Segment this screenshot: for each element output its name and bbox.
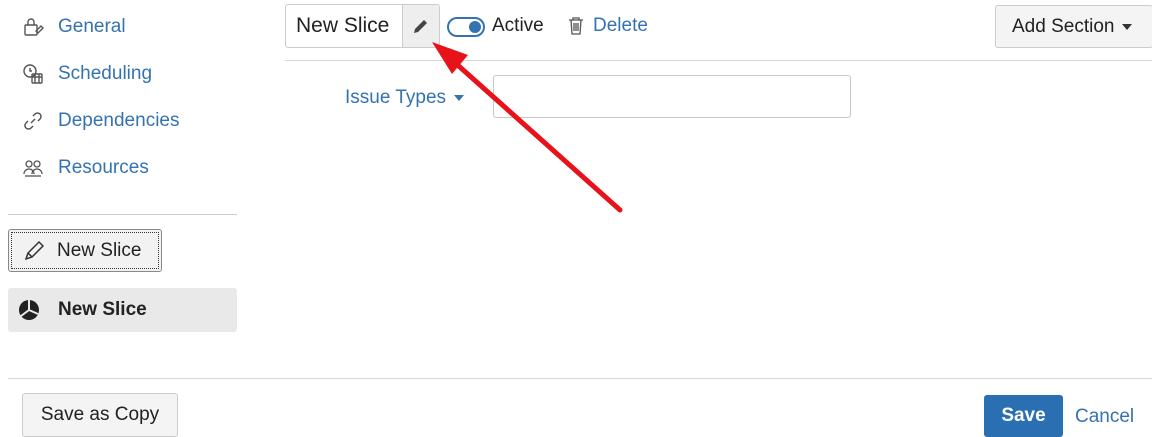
caret-down-icon (454, 95, 465, 101)
delete-label: Delete (593, 15, 648, 36)
sidebar-item-scheduling[interactable]: Scheduling (22, 63, 152, 85)
issue-types-label: Issue Types (345, 87, 447, 108)
save-as-copy-label: Save as Copy (40, 404, 160, 425)
add-section-dropdown[interactable]: Add Section (995, 5, 1152, 48)
people-icon (22, 157, 44, 179)
annotation-arrow (432, 42, 623, 213)
save-as-copy-button[interactable]: Save as Copy (22, 393, 178, 437)
sidebar-item-general[interactable]: General (22, 16, 126, 38)
sidebar-item-label: Resources (58, 157, 149, 178)
trash-icon (568, 16, 584, 36)
sidebar-item-resources[interactable]: Resources (22, 157, 149, 179)
sidebar-divider (8, 214, 237, 215)
slice-name-text: New Slice (296, 14, 390, 37)
sidebar-item-label: Dependencies (58, 110, 180, 131)
general-settings-icon (22, 16, 44, 38)
issue-types-input[interactable] (493, 75, 851, 118)
calendar-clock-icon (22, 63, 44, 85)
slice-list-item[interactable]: New Slice (8, 288, 237, 332)
toggle-knob (469, 21, 481, 33)
header-divider (285, 60, 1152, 61)
link-icon (22, 110, 44, 132)
add-section-label: Add Section (1012, 15, 1115, 37)
save-button[interactable]: Save (984, 395, 1063, 437)
active-label: Active (492, 15, 544, 36)
pie-chart-icon (18, 299, 40, 321)
delete-link[interactable]: Delete (568, 15, 648, 37)
pencil-icon (414, 20, 427, 33)
slice-list-item-label: New Slice (58, 299, 147, 320)
sidebar-item-label: General (58, 16, 126, 37)
cancel-link[interactable]: Cancel (1075, 406, 1134, 428)
save-label: Save (1001, 405, 1046, 426)
new-slice-button-label: New Slice (57, 239, 142, 261)
new-slice-button[interactable]: New Slice (8, 229, 162, 272)
slice-name-field[interactable]: New Slice (285, 4, 440, 48)
active-toggle[interactable] (447, 17, 485, 37)
issue-types-dropdown[interactable]: Issue Types (345, 87, 465, 109)
edit-name-button[interactable] (402, 5, 439, 47)
caret-down-icon (1122, 23, 1133, 30)
pen-icon (23, 240, 45, 262)
footer-divider (8, 378, 1152, 379)
sidebar-item-dependencies[interactable]: Dependencies (22, 110, 179, 132)
sidebar-item-label: Scheduling (58, 63, 153, 84)
